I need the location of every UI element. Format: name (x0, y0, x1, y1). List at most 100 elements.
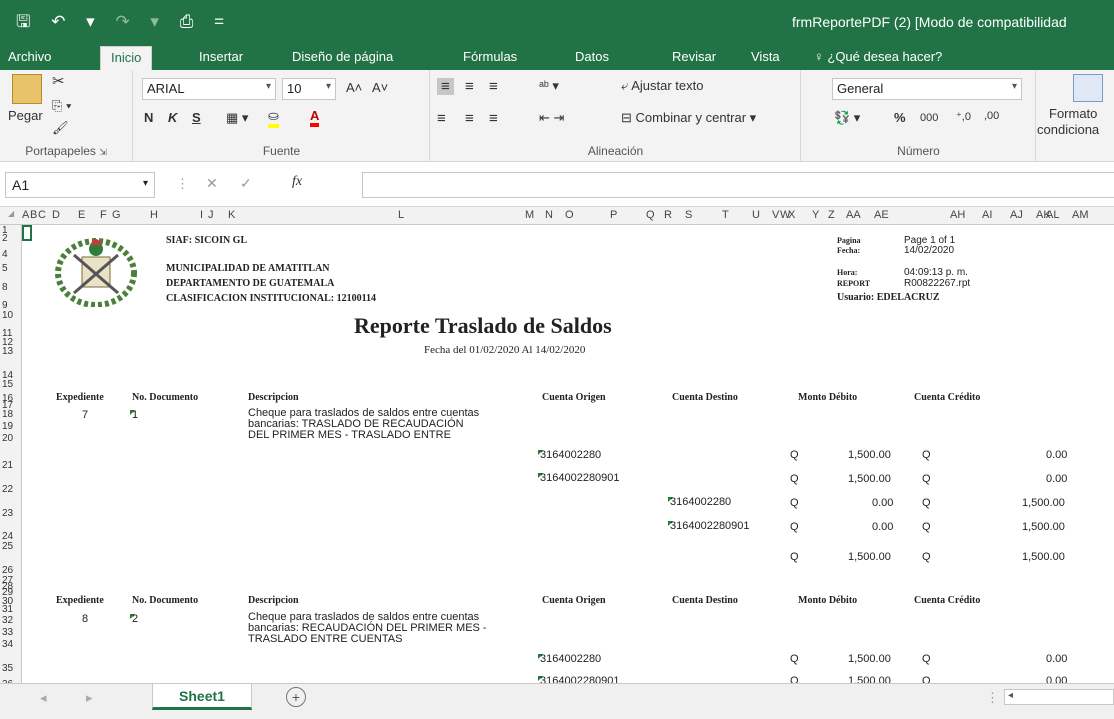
row-header[interactable]: 33 (2, 627, 20, 638)
indent-icon[interactable]: ⇤ ⇥ (539, 110, 564, 126)
number-format-select[interactable]: General ▾ (832, 78, 1022, 100)
tell-me-box[interactable]: ♀ ¿Qué desea hacer? (814, 49, 942, 64)
row-header[interactable]: 35 (2, 663, 20, 674)
col-header[interactable]: AI (982, 209, 992, 221)
percent-button[interactable]: % (894, 110, 906, 125)
col-header[interactable]: G (112, 209, 121, 221)
align-bottom-icon[interactable]: ≡ (489, 78, 498, 95)
redo-icon[interactable]: ↷ ▾ (115, 12, 167, 32)
merge-center-button[interactable]: ⊟ Combinar y centrar ▾ (621, 110, 756, 126)
currency-icon[interactable]: 💱 ▾ (834, 110, 860, 126)
col-header[interactable]: F (100, 209, 107, 221)
col-header[interactable]: Q (646, 209, 655, 221)
row-header[interactable]: 22 (2, 484, 20, 495)
paste-button[interactable]: Pegar (8, 108, 43, 123)
tab-vista[interactable]: Vista (751, 49, 780, 64)
cancel-icon[interactable]: ✕ (206, 175, 218, 192)
col-header[interactable]: R (664, 209, 672, 221)
cut-icon[interactable]: ✂ (52, 72, 65, 90)
scroll-left-arrow-icon[interactable]: ◂ (1008, 690, 1013, 701)
tab-datos[interactable]: Datos (575, 49, 609, 64)
col-header[interactable]: H (150, 209, 158, 221)
row-header[interactable]: 4 (2, 249, 20, 260)
conditional-format-label[interactable]: Formato (1049, 106, 1097, 121)
col-header[interactable]: C (38, 209, 46, 221)
tab-formulas[interactable]: Fórmulas (463, 49, 517, 64)
row-header[interactable]: 34 (2, 639, 20, 650)
col-header[interactable]: E (78, 209, 85, 221)
row-header[interactable]: 19 (2, 421, 20, 432)
wrap-text-button[interactable]: ⤶ Ajustar texto (621, 78, 703, 94)
col-header[interactable]: AE (874, 209, 889, 221)
grow-font-button[interactable]: A˄ (346, 80, 362, 95)
col-header[interactable]: V (772, 209, 779, 221)
row-header[interactable]: 25 (2, 541, 20, 552)
align-left-icon[interactable]: ≡ (437, 110, 446, 127)
add-sheet-icon[interactable]: + (286, 687, 306, 707)
row-header[interactable]: 15 (2, 379, 20, 390)
dialog-launcher-icon[interactable]: ⇲ (99, 147, 107, 157)
paste-icon[interactable] (12, 74, 42, 104)
col-header[interactable]: B (30, 209, 37, 221)
col-header[interactable]: K (228, 209, 235, 221)
row-header[interactable]: 21 (2, 460, 20, 471)
thousands-button[interactable]: 000 (920, 112, 938, 124)
increase-decimal-button[interactable]: ⁺,0 (956, 110, 971, 123)
row-header[interactable]: 8 (2, 282, 20, 293)
col-header[interactable]: AM (1072, 209, 1089, 221)
col-header[interactable]: Z (828, 209, 835, 221)
col-header[interactable]: Y (812, 209, 819, 221)
row-header[interactable]: 13 (2, 346, 20, 357)
col-header[interactable]: M (525, 209, 534, 221)
active-cell[interactable] (22, 225, 32, 241)
tab-diseno[interactable]: Diseño de página (292, 49, 393, 64)
align-top-icon[interactable]: ≡ (437, 78, 454, 95)
row-header[interactable]: 23 (2, 508, 20, 519)
scroll-left-icon[interactable]: ◂ (40, 690, 47, 706)
align-middle-icon[interactable]: ≡ (465, 78, 474, 95)
col-header[interactable]: AJ (1010, 209, 1023, 221)
col-header[interactable]: X (788, 209, 795, 221)
col-header[interactable]: T (722, 209, 729, 221)
col-header[interactable]: AA (846, 209, 861, 221)
col-header[interactable]: AH (950, 209, 965, 221)
copy-icon[interactable]: ⎘ ▾ (52, 98, 71, 114)
enter-icon[interactable]: ✓ (240, 175, 252, 192)
col-header[interactable]: I (200, 209, 203, 221)
underline-button[interactable]: S (192, 110, 201, 125)
conditional-format-label2[interactable]: condiciona (1037, 122, 1099, 137)
tab-revisar[interactable]: Revisar (672, 49, 716, 64)
horizontal-scrollbar[interactable]: ◂ (1004, 689, 1114, 705)
insert-function-icon[interactable]: fx (292, 174, 302, 190)
col-header[interactable]: J (208, 209, 214, 221)
worksheet-grid[interactable]: SIAF: SICOIN GL MUNICIPALIDAD DE AMATITL… (22, 225, 1114, 683)
col-header[interactable]: P (610, 209, 617, 221)
scroll-right-icon[interactable]: ▸ (86, 690, 93, 706)
customize-qat-icon[interactable]: = (214, 12, 232, 32)
col-header[interactable]: S (685, 209, 692, 221)
align-right-icon[interactable]: ≡ (489, 110, 498, 127)
bold-button[interactable]: N (144, 110, 153, 125)
decrease-decimal-button[interactable]: ,00 (984, 110, 999, 122)
row-header[interactable]: 2 (2, 233, 20, 244)
font-name-select[interactable]: ARIAL ▾ (142, 78, 276, 100)
sheet-tab[interactable]: Sheet1 (152, 684, 252, 710)
col-header[interactable]: O (565, 209, 574, 221)
select-all-icon[interactable]: ◢ (8, 209, 14, 218)
undo-icon[interactable]: ↶ ▾ (51, 12, 103, 32)
print-preview-icon[interactable]: ⎙ (180, 12, 202, 32)
shrink-font-button[interactable]: A˅ (372, 80, 388, 95)
row-header[interactable]: 20 (2, 433, 20, 444)
col-header[interactable]: L (398, 209, 404, 221)
borders-button[interactable]: ▦ ▾ (226, 110, 248, 126)
row-header[interactable]: 31 (2, 604, 20, 615)
align-center-icon[interactable]: ≡ (465, 110, 474, 127)
font-size-select[interactable]: 10 ▾ (282, 78, 336, 100)
col-header[interactable]: U (752, 209, 760, 221)
tab-archivo[interactable]: Archivo (8, 49, 51, 64)
row-header[interactable]: 10 (2, 310, 20, 321)
conditional-format-icon[interactable] (1073, 74, 1103, 102)
format-painter-icon[interactable]: 🖌 (52, 120, 69, 136)
font-color-button[interactable]: A (310, 108, 320, 127)
name-box[interactable]: A1 ▾ (5, 172, 155, 198)
